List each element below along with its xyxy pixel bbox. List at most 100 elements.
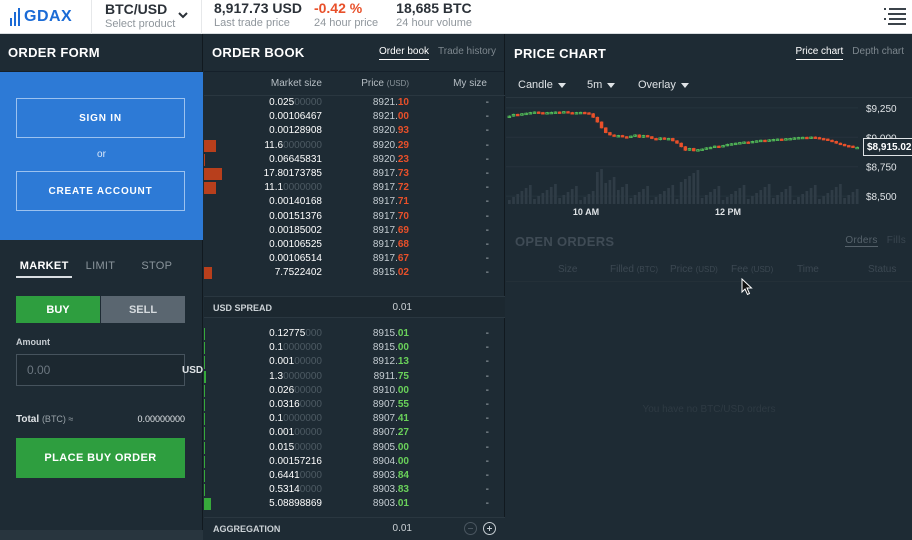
volume-bar [767,184,771,204]
total-row: Total (BTC) ≈ 0.00000000 [16,414,185,425]
bid-row[interactable]: 0.02600000 8910.00 - [204,384,505,398]
bid-row[interactable]: 5.08898869 8903.01 - [204,497,505,511]
ask-row[interactable]: 0.00185002 8917.69 - [204,224,505,238]
ask-row[interactable]: 7.7522402 8915.02 - [204,266,505,280]
tab-orders[interactable]: Orders [845,235,878,247]
candle-body [691,148,696,152]
bid-row[interactable]: 0.10000000 8907.41 - [204,412,505,426]
bid-row[interactable]: 0.10000000 8915.00 - [204,341,505,355]
bid-row[interactable]: 0.03160000 8907.55 - [204,398,505,412]
tab-stop[interactable]: STOP [129,258,185,278]
bid-row[interactable]: 0.00100000 8907.27 - [204,426,505,440]
volume-bar [596,172,599,204]
tab-order-book[interactable]: Order book [378,46,430,60]
volume-bar [583,197,587,204]
bid-depth-bar [204,398,205,412]
volume-bar [608,180,612,204]
caret-down-icon [607,82,616,88]
order-form-footer [0,530,203,540]
volume-bar [675,199,679,204]
tab-limit[interactable]: LIMIT [72,258,128,278]
tab-fills[interactable]: Fills [887,235,906,247]
ask-row[interactable]: 0.02500000 8921.10 - [204,96,505,110]
candlestick-chart[interactable]: $9,250$9,000$8,750$8,50010 AM12 PM [506,98,912,220]
amount-field: USD [16,354,203,386]
volume-value: 18,685 BTC [396,0,472,16]
candle-body [805,136,809,140]
gdax-logo[interactable]: GDAX [0,0,92,34]
tab-market[interactable]: MARKET [16,258,73,278]
open-orders-tabs: Orders Fills [845,235,906,247]
bid-row[interactable]: 1.30000000 8911.75 - [204,370,505,384]
bid-my-size: - [485,328,489,339]
order-book-title-text: ORDER BOOK [212,45,305,60]
bids-list[interactable]: 0.12775000 8915.01-0.10000000 8915.00-0.00… [204,327,505,517]
ask-my-size: - [485,111,489,123]
overlay-dropdown[interactable]: Overlay [638,79,689,91]
ask-size: 17.80173785 [263,167,322,179]
bid-row[interactable]: 0.00157216 8904.00 - [204,455,505,469]
volume-bar [700,198,704,204]
col-time: Time [797,264,819,275]
volume-bar [650,200,654,204]
ask-row[interactable]: 0.00140168 8917.71 - [204,195,505,209]
buy-button[interactable]: BUY [16,296,100,323]
ask-row[interactable]: 11.60000000 8920.29 - [204,139,505,153]
chart-type-dropdown[interactable]: Candle [518,79,566,91]
tab-trade-history[interactable]: Trade history [438,46,496,60]
ask-row[interactable]: 17.80173785 8917.73 - [204,167,505,181]
bid-row[interactable]: 0.00100000 8912.13 - [204,355,505,369]
asks-list[interactable]: 0.02500000 8921.10-0.00106467 8921.00-0.00… [204,96,505,290]
candle-body [662,137,667,140]
aggregation-plus-icon[interactable] [483,522,496,535]
ask-row[interactable]: 0.00106514 8917.67 - [204,252,505,266]
sell-button[interactable]: SELL [101,296,185,323]
candle-body [541,112,545,115]
tab-price-chart[interactable]: Price chart [795,46,844,60]
bid-depth-bar [204,484,205,497]
aggregation-minus-icon[interactable] [464,522,477,535]
ask-row[interactable]: 0.00128908 8920.93 - [204,124,505,138]
bid-depth-bar [204,384,205,397]
amount-input[interactable] [17,363,182,377]
volume-bar [646,186,649,204]
ask-depth-bar [204,182,216,195]
candle-body [679,142,683,148]
volume-bar [843,198,846,204]
ask-row[interactable]: 0.00106467 8921.00 - [204,110,505,124]
candle-body [821,138,826,141]
ask-row[interactable]: 0.00106525 8917.68 - [204,238,505,252]
volume-bar [755,193,758,204]
ask-row[interactable]: 11.10000000 8917.72 - [204,181,505,195]
interval-value: 5m [587,79,603,91]
volume-bar [516,194,520,204]
bid-row[interactable]: 0.64410000 8903.84 - [204,469,505,483]
tab-depth-chart[interactable]: Depth chart [852,46,904,60]
candle-body [763,139,767,143]
aggregation-label: AGGREGATION [213,524,281,534]
sign-in-button[interactable]: SIGN IN [16,98,185,138]
candle-body [587,112,591,115]
open-orders-columns: Size Filled (BTC) Price (USD) Fee (USD) … [506,258,912,282]
logo-text: GDAX [24,7,73,25]
volume-bar [730,194,733,204]
create-account-button[interactable]: CREATE ACCOUNT [16,171,185,211]
bid-row[interactable]: 0.01500000 8905.00 - [204,441,505,455]
ask-size: 11.60000000 [264,139,322,151]
volume-bar [855,189,859,204]
candle-body [566,111,570,114]
ask-row[interactable]: 0.00151376 8917.70 - [204,210,505,224]
bid-row[interactable]: 0.12775000 8915.01 - [204,327,505,341]
last-trade-price: 8,917.73 USD Last trade price [202,0,302,34]
place-buy-order-button[interactable]: PLACE BUY ORDER [16,438,185,478]
menu-icon[interactable] [884,7,906,25]
bid-row[interactable]: 0.53140000 8903.83 - [204,483,505,497]
ask-row[interactable]: 0.06645831 8920.23 - [204,153,505,167]
total-label-text: Total [16,414,40,425]
interval-dropdown[interactable]: 5m [587,79,616,91]
bid-price: 8915.01 [372,328,409,339]
product-selector[interactable]: BTC/USD Select product [92,0,202,34]
volume-bar [801,194,805,204]
bid-price: 8907.27 [372,427,409,439]
col-oo-price-text: Price [670,264,693,275]
